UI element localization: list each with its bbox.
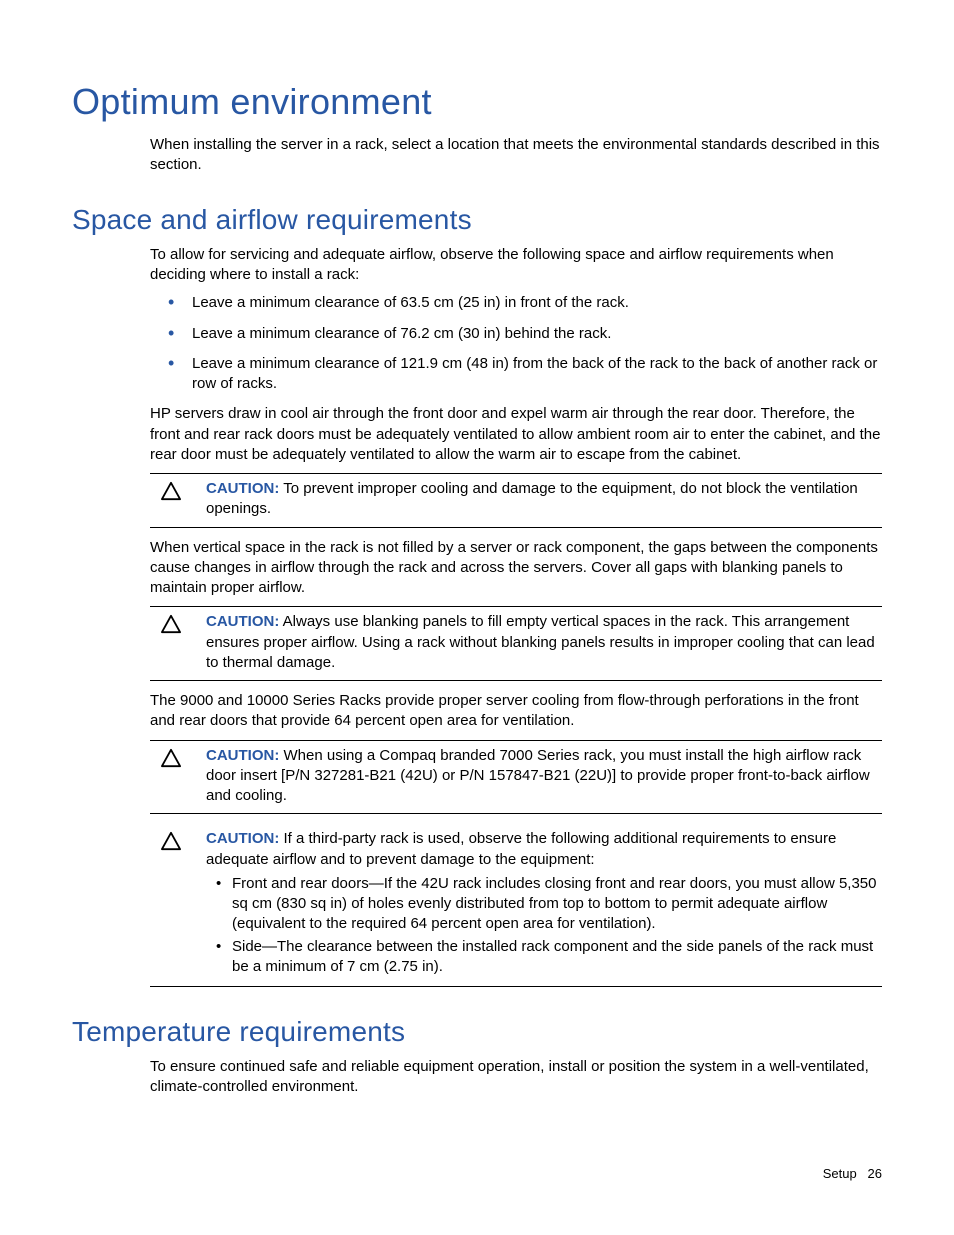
space-lead: To allow for servicing and adequate airf…	[150, 245, 882, 286]
racks-paragraph: The 9000 and 10000 Series Racks provide …	[150, 691, 882, 732]
temperature-paragraph: To ensure continued safe and reliable eq…	[150, 1057, 882, 1098]
caution-text: Always use blanking panels to fill empty…	[206, 613, 875, 671]
caution-content: CAUTION: To prevent improper cooling and…	[206, 479, 882, 520]
caution-icon	[150, 746, 192, 807]
list-item: Leave a minimum clearance of 76.2 cm (30…	[150, 324, 882, 344]
page-footer: Setup 26	[823, 1165, 882, 1183]
list-item: Front and rear doors—If the 42U rack inc…	[206, 874, 882, 935]
space-airflow-block: To allow for servicing and adequate airf…	[150, 245, 882, 987]
caution-text: When using a Compaq branded 7000 Series …	[206, 747, 870, 805]
airflow-paragraph: HP servers draw in cool air through the …	[150, 404, 882, 465]
list-item: Side—The clearance between the installed…	[206, 937, 882, 978]
caution-content: CAUTION: When using a Compaq branded 700…	[206, 746, 882, 807]
caution-icon	[150, 829, 192, 979]
caution-blanking: CAUTION: Always use blanking panels to f…	[150, 606, 882, 681]
list-item: Leave a minimum clearance of 63.5 cm (25…	[150, 293, 882, 313]
footer-page-number: 26	[868, 1166, 882, 1181]
caution-icon	[150, 612, 192, 673]
warning-triangle-icon	[160, 614, 182, 634]
caution-ventilation: CAUTION: To prevent improper cooling and…	[150, 473, 882, 528]
warning-triangle-icon	[160, 831, 182, 851]
heading-optimum-environment: Optimum environment	[72, 78, 882, 127]
caution-text: If a third-party rack is used, observe t…	[206, 830, 836, 867]
caution-thirdparty: CAUTION: If a third-party rack is used, …	[150, 824, 882, 987]
caution-label: CAUTION:	[206, 613, 279, 630]
caution-sublist: Front and rear doors—If the 42U rack inc…	[206, 874, 882, 977]
temperature-block: To ensure continued safe and reliable eq…	[150, 1057, 882, 1098]
clearance-list: Leave a minimum clearance of 63.5 cm (25…	[150, 293, 882, 394]
heading-temperature: Temperature requirements	[72, 1013, 882, 1051]
blanking-paragraph: When vertical space in the rack is not f…	[150, 538, 882, 599]
caution-text: To prevent improper cooling and damage t…	[206, 480, 858, 517]
caution-content: CAUTION: Always use blanking panels to f…	[206, 612, 882, 673]
warning-triangle-icon	[160, 481, 182, 501]
caution-label: CAUTION:	[206, 480, 279, 497]
heading-space-airflow: Space and airflow requirements	[72, 201, 882, 239]
footer-section: Setup	[823, 1166, 857, 1181]
caution-compaq: CAUTION: When using a Compaq branded 700…	[150, 740, 882, 815]
intro-paragraph: When installing the server in a rack, se…	[150, 135, 882, 176]
document-page: Optimum environment When installing the …	[0, 0, 954, 1235]
intro-block: When installing the server in a rack, se…	[150, 135, 882, 176]
list-item: Leave a minimum clearance of 121.9 cm (4…	[150, 354, 882, 395]
caution-icon	[150, 479, 192, 520]
warning-triangle-icon	[160, 748, 182, 768]
caution-content: CAUTION: If a third-party rack is used, …	[206, 829, 882, 979]
caution-label: CAUTION:	[206, 830, 279, 847]
caution-label: CAUTION:	[206, 747, 279, 764]
